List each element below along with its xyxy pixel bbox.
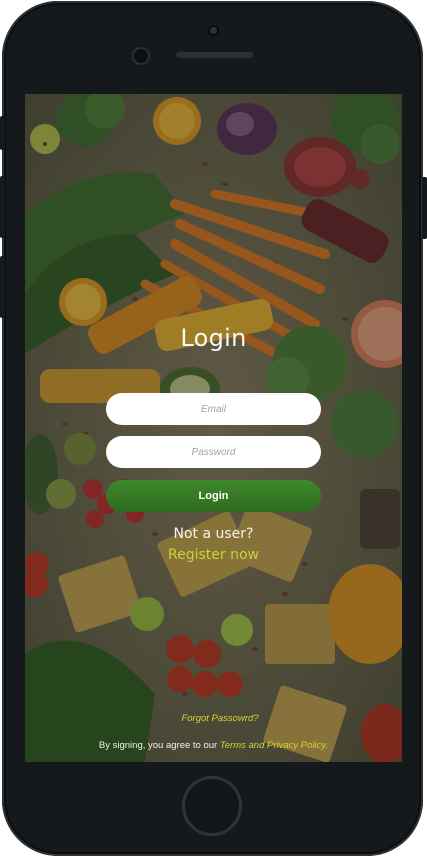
forgot-password-link[interactable]: Forgot Passowrd? [25, 713, 402, 724]
not-user-text: Not a user? [173, 526, 254, 542]
proximity-sensor [208, 25, 219, 36]
register-link[interactable]: Register now [25, 547, 402, 563]
home-button[interactable] [182, 776, 242, 836]
earpiece-speaker [176, 52, 253, 58]
mute-switch [0, 116, 5, 150]
terms-link[interactable]: Terms and Privacy Policy. [220, 740, 328, 751]
power-button [422, 177, 427, 239]
password-input[interactable] [106, 436, 321, 468]
screen: Login Login Not a user? Register now For… [25, 94, 402, 762]
email-input[interactable] [106, 393, 321, 425]
volume-down-button [0, 256, 5, 318]
volume-up-button [0, 176, 5, 238]
front-camera [134, 49, 148, 63]
terms-notice: By signing, you agree to our Terms and P… [25, 740, 402, 751]
login-button[interactable]: Login [106, 480, 321, 512]
background-overlay [25, 94, 402, 762]
login-title: Login [180, 324, 247, 352]
terms-prefix: By signing, you agree to our [98, 740, 220, 751]
